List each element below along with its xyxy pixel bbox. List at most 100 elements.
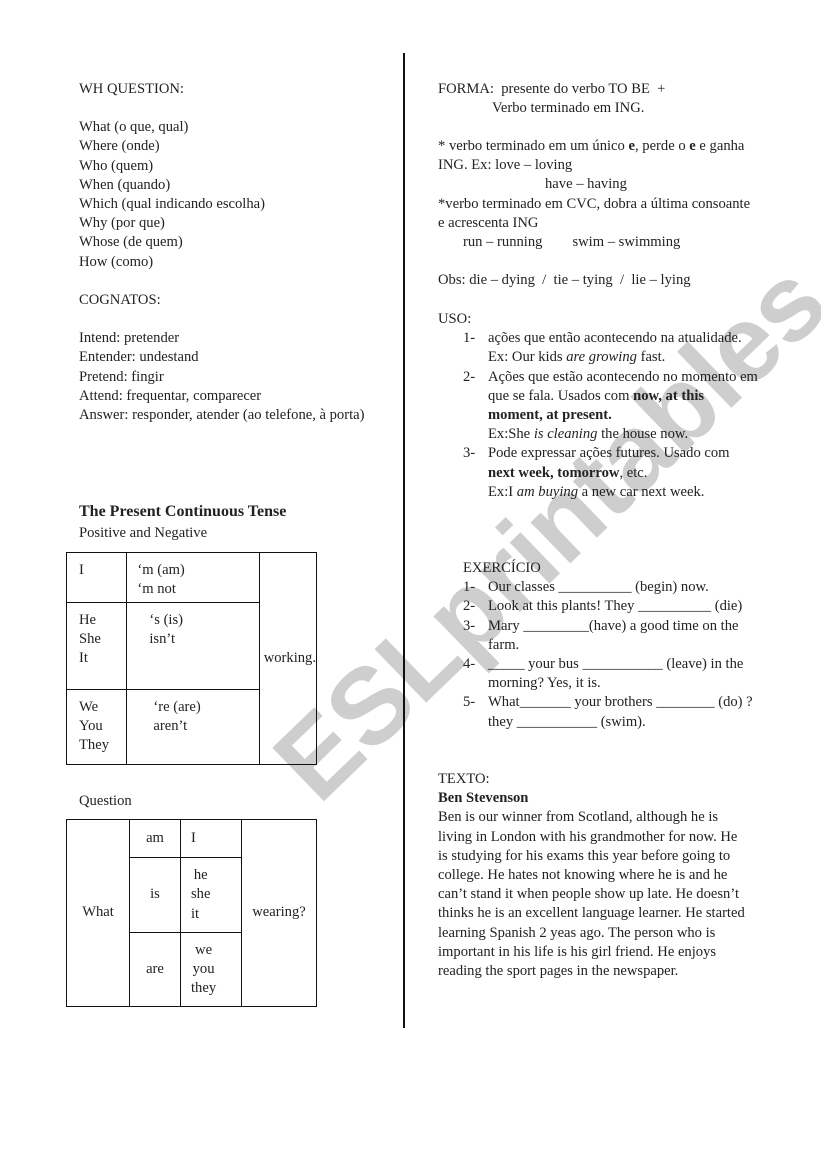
exercicio-heading: EXERCÍCIO xyxy=(463,560,541,576)
pronoun: you xyxy=(192,960,215,977)
item-number: 1- xyxy=(463,579,476,596)
aux-negative: isn’t xyxy=(149,631,176,648)
subject: They xyxy=(79,737,109,754)
table-row: What am I wearing? xyxy=(66,819,317,1007)
cognato-item: Attend: frequentar, comparecer xyxy=(79,387,262,404)
aux-cell: am xyxy=(129,819,181,858)
subject: We xyxy=(79,699,99,715)
wh-question-section: WH QUESTION: What (o que, qual) Where (o… xyxy=(79,80,265,272)
item-number: 3- xyxy=(463,445,476,462)
cognatos-section: COGNATOS: Intend: pretender Entender: un… xyxy=(79,291,379,425)
subject: You xyxy=(79,718,103,735)
pronoun: we xyxy=(195,941,213,958)
aux-cell: are xyxy=(129,932,181,1007)
rule-2-examples: run – running swim – swimming xyxy=(438,233,753,252)
cognato-item: Pretend: fingir xyxy=(79,368,164,385)
pronoun-stack: we you they xyxy=(191,941,216,999)
subject: He xyxy=(79,612,97,628)
rule-text: * verbo terminado em um único xyxy=(438,138,629,154)
subject-cell: He She It xyxy=(65,602,128,690)
positive-negative-table: I ‘m (am) ‘m not working. He She It ‘s (… xyxy=(65,552,318,765)
verb-cell: wearing? xyxy=(241,819,317,1007)
wh-item: How (como) xyxy=(79,253,154,270)
item-number: 5- xyxy=(463,694,476,711)
item-number: 3- xyxy=(463,617,476,634)
obs-note: Obs: die – dying / tie – tying / lie – l… xyxy=(438,272,691,288)
item-number: 1- xyxy=(463,330,476,347)
item-example: is cleaning xyxy=(533,426,598,443)
wh-item: Whose (de quem) xyxy=(79,234,183,251)
wh-item: What (o que, qual) xyxy=(79,119,189,136)
exercise-text: Look at this plants! They __________ (di… xyxy=(488,598,743,615)
item-text: , etc. xyxy=(619,464,648,481)
spelling-rules: * verbo terminado em um único e, perde o… xyxy=(438,137,753,252)
uso-list: 1- ações que então acontecendo na atuali… xyxy=(438,329,758,502)
rule-1: * verbo terminado em um único e, perde o… xyxy=(438,137,753,175)
pronoun: it xyxy=(191,905,200,922)
item-number: 4- xyxy=(463,656,476,673)
forma-line-2: Verbo terminado em ING. xyxy=(492,100,645,117)
item-example: are growing xyxy=(566,349,637,366)
exercise-item: 4- _____ your bus ___________ (leave) in … xyxy=(438,655,758,693)
item-keywords: next week, tomorrow xyxy=(488,464,620,481)
exercise-text: Mary _________(have) a good time on the … xyxy=(488,617,739,653)
item-number: 2- xyxy=(463,368,476,385)
aux-negative: aren’t xyxy=(153,718,188,735)
subject-cell: I xyxy=(65,552,128,603)
rule-text: , perde o xyxy=(634,138,690,154)
exercise-text: What_______ your brothers ________ (do) … xyxy=(488,694,753,730)
cognatos-heading: COGNATOS: xyxy=(79,292,161,308)
cognato-item: Answer: responder, atender (ao telefone,… xyxy=(79,407,365,424)
aux: is xyxy=(150,886,160,903)
forma-line-1: FORMA: presente do verbo TO BE + xyxy=(438,81,666,97)
item-text: a new car next week. xyxy=(578,483,705,500)
pronoun: I xyxy=(191,829,196,846)
subject: She xyxy=(79,631,101,648)
uso-item: 2- Ações que estão acontecendo no moment… xyxy=(438,368,758,445)
aux-negative: ‘m not xyxy=(137,581,176,598)
table-row: I ‘m (am) ‘m not working. xyxy=(65,552,318,765)
item-text: Ações que estão acontecendo no momento e… xyxy=(488,368,758,404)
rule-2: *verbo terminado em CVC, dobra a última … xyxy=(438,195,751,231)
aux-cell: ‘re (are) aren’t xyxy=(126,689,260,765)
uso-heading: USO: xyxy=(438,311,472,327)
rule-example: run – running xyxy=(463,234,543,251)
pronoun-cell: we you they xyxy=(180,932,242,1007)
aux-positive: ‘s (is) xyxy=(149,612,184,628)
wh-word-cell: What xyxy=(66,819,130,1007)
pronoun-cell: I xyxy=(180,819,242,858)
pronoun-cell: he she it xyxy=(180,857,242,933)
present-continuous-title: The Present Continuous Tense xyxy=(79,503,287,520)
wh-item: Which (qual indicando escolha) xyxy=(79,196,265,213)
present-continuous-subtitle: Positive and Negative xyxy=(79,525,208,541)
wh-item: Who (quem) xyxy=(79,157,154,174)
subject: It xyxy=(79,650,88,667)
exercise-item: 2- Look at this plants! They __________ (… xyxy=(438,597,758,616)
column-divider xyxy=(403,53,405,1028)
wh-item: Why (por que) xyxy=(79,215,165,232)
aux: am xyxy=(146,829,164,846)
question-label: Question xyxy=(79,793,132,809)
pronoun: they xyxy=(191,980,217,997)
exercise-item: 5- What_______ your brothers ________ (do… xyxy=(438,693,758,731)
exercise-text: Our classes __________ (begin) now. xyxy=(488,579,709,596)
item-text: the house now. xyxy=(597,426,689,443)
wh-item: Where (onde) xyxy=(79,138,160,155)
pronoun: she xyxy=(191,886,211,903)
texto-heading: TEXTO: xyxy=(438,771,490,787)
aux: are xyxy=(146,960,164,977)
texto-body: Ben is our winner from Scotland, althoug… xyxy=(438,809,745,980)
item-example: am buying xyxy=(516,483,578,500)
aux-positive: ‘re (are) xyxy=(153,699,201,715)
cognato-item: Intend: pretender xyxy=(79,330,180,347)
forma-section: FORMA: presente do verbo TO BE + Verbo t… xyxy=(438,80,665,118)
aux-positive: ‘m (am) xyxy=(137,562,185,578)
exercise-text: _____ your bus ___________ (leave) in th… xyxy=(488,656,744,692)
cognato-item: Entender: undestand xyxy=(79,349,199,366)
item-text: Ex:She xyxy=(488,426,534,443)
item-text: Pode expressar ações futures. Usado com xyxy=(488,445,730,462)
aux-cell: ‘m (am) ‘m not xyxy=(126,552,260,603)
verb-cell: working. xyxy=(258,552,318,765)
aux-cell: ‘s (is) isn’t xyxy=(126,602,260,690)
wh-word: What xyxy=(82,904,114,921)
